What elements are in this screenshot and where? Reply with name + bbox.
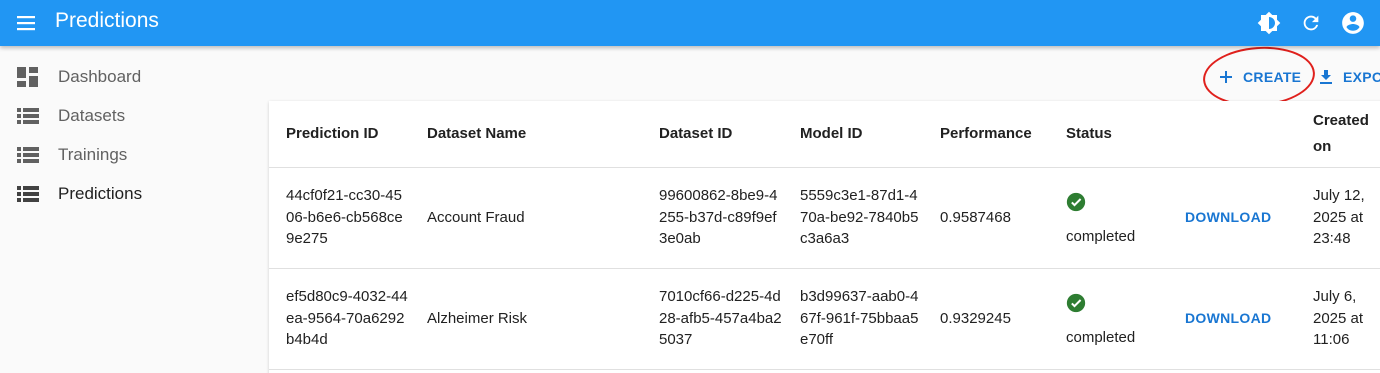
cell-status: completed	[1049, 268, 1167, 370]
status-text: completed	[1066, 227, 1136, 245]
cell-download: DOWNLOAD	[1167, 167, 1298, 269]
cell-dataset-name: Alzheimer Risk	[410, 268, 642, 370]
cell-dataset-name: Account Fraud	[410, 167, 642, 269]
table-row[interactable]: ef5d80c9-4032-44ea-9564-70a6292b4b4d Alz…	[269, 268, 1380, 370]
check-circle-icon	[1066, 192, 1086, 211]
cell-created-on: July 6, 2025 at 11:06	[1298, 268, 1380, 370]
status-text: completed	[1066, 328, 1136, 346]
download-icon	[1320, 70, 1332, 84]
sidebar-item-predictions[interactable]: Predictions	[0, 174, 260, 213]
table-row[interactable]: 44cf0f21-cc30-4506-b6e6-cb568ce9e275 Acc…	[269, 167, 1380, 269]
cell-dataset-id: 7010cf66-d225-4d28-afb5-457a4ba25037	[642, 268, 783, 370]
column-header-actions	[1167, 101, 1298, 168]
download-button[interactable]: DOWNLOAD	[1185, 209, 1271, 225]
column-header-status[interactable]: Status	[1049, 101, 1167, 168]
sidebar-item-dashboard[interactable]: Dashboard	[0, 57, 260, 96]
app-bar: Predictions	[0, 0, 1380, 46]
sidebar-item-label: Trainings	[58, 144, 128, 164]
column-header-prediction-id[interactable]: Prediction ID	[269, 101, 410, 168]
create-button-label: CREATE	[1243, 69, 1302, 85]
cell-status: completed	[1049, 167, 1167, 269]
account-icon[interactable]	[1338, 9, 1368, 37]
check-circle-icon	[1066, 293, 1086, 312]
cell-performance: 0.9587468	[923, 167, 1049, 269]
table-header-row: Prediction ID Dataset Name Dataset ID Mo…	[269, 101, 1380, 168]
predictions-table: Prediction ID Dataset Name Dataset ID Mo…	[269, 101, 1380, 370]
column-header-performance[interactable]: Performance	[923, 101, 1049, 168]
cell-model-id: 5559c3e1-87d1-470a-be92-7840b5c3a6a3	[783, 167, 923, 269]
list-icon	[17, 184, 39, 204]
cell-model-id: b3d99637-aab0-467f-961f-75bbaa5e70ff	[783, 268, 923, 370]
column-header-model-id[interactable]: Model ID	[783, 101, 923, 168]
app-title: Predictions	[55, 9, 159, 32]
cell-performance: 0.9329245	[923, 268, 1049, 370]
sidebar-item-trainings[interactable]: Trainings	[0, 135, 260, 174]
sidebar-item-label: Predictions	[58, 183, 143, 203]
column-header-dataset-name[interactable]: Dataset Name	[410, 101, 642, 168]
plus-icon	[1220, 71, 1232, 83]
menu-icon[interactable]	[14, 11, 38, 35]
cell-created-on: July 12, 2025 at 23:48	[1298, 167, 1380, 269]
export-button-label: EXPO	[1343, 69, 1380, 85]
download-button[interactable]: DOWNLOAD	[1185, 310, 1271, 326]
cell-dataset-id: 99600862-8be9-4255-b37d-c89f9ef3e0ab	[642, 167, 783, 269]
sidebar-item-label: Datasets	[58, 105, 126, 125]
list-icon	[17, 145, 39, 165]
brightness-icon[interactable]	[1254, 9, 1284, 37]
column-header-created-on[interactable]: Created on	[1298, 101, 1380, 168]
sidebar-item-label: Dashboard	[58, 66, 142, 86]
cell-prediction-id: 44cf0f21-cc30-4506-b6e6-cb568ce9e275	[269, 167, 410, 269]
column-header-dataset-id[interactable]: Dataset ID	[642, 101, 783, 168]
create-button[interactable]: CREATE	[1218, 62, 1301, 92]
dashboard-icon	[17, 66, 39, 87]
cell-download: DOWNLOAD	[1167, 268, 1298, 370]
list-icon	[17, 106, 39, 126]
cell-prediction-id: ef5d80c9-4032-44ea-9564-70a6292b4b4d	[269, 268, 410, 370]
predictions-table-card: Prediction ID Dataset Name Dataset ID Mo…	[269, 101, 1380, 373]
sidebar-item-datasets[interactable]: Datasets	[0, 96, 260, 135]
export-button[interactable]: EXPO	[1318, 62, 1380, 92]
sidebar: Dashboard Datasets Trainings Predictions	[0, 46, 268, 373]
refresh-icon[interactable]	[1296, 9, 1326, 37]
